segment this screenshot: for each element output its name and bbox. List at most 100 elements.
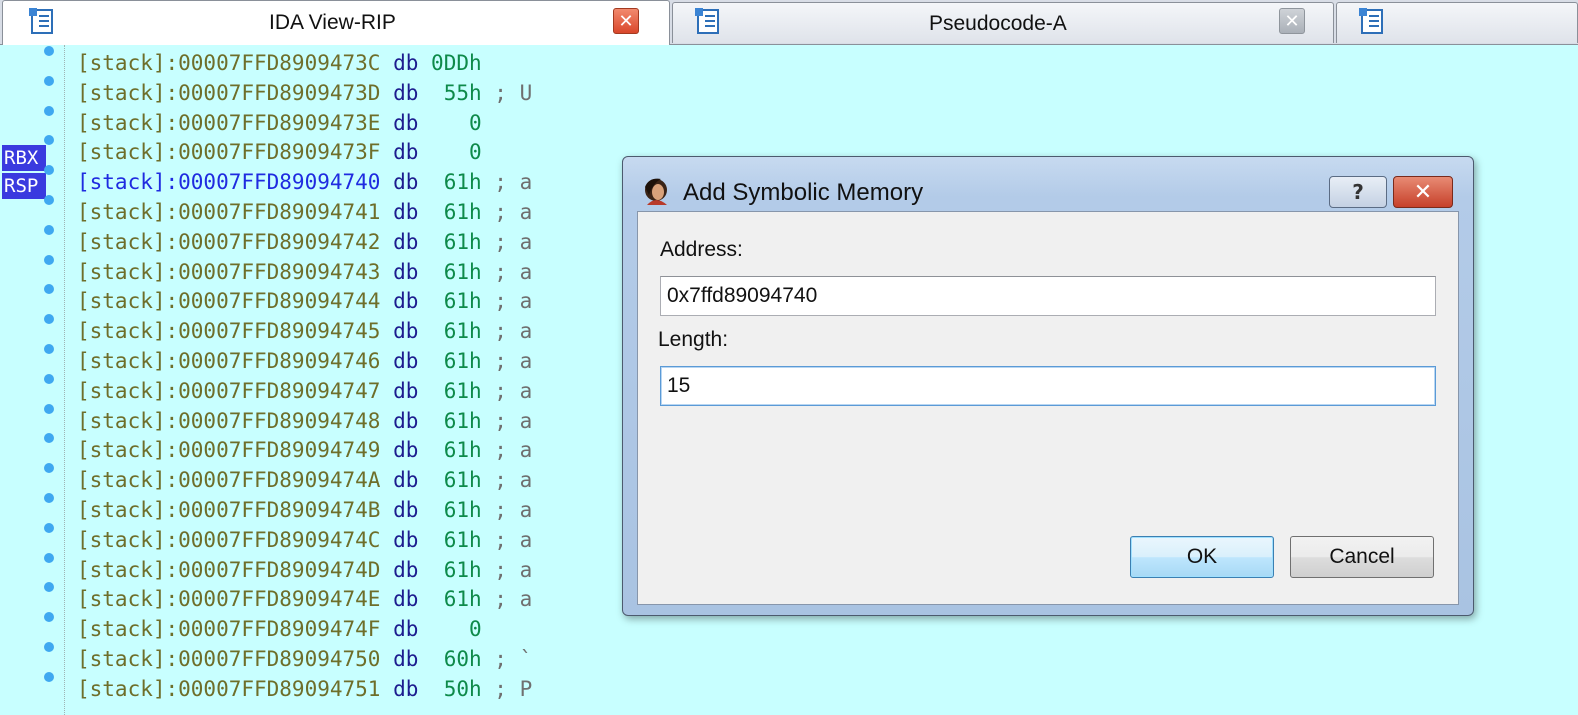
breakpoint-dot-icon[interactable] — [44, 492, 54, 503]
breakpoint-dot-icon[interactable] — [44, 582, 54, 593]
comment-text: ; a — [494, 378, 533, 403]
breakpoint-dot-icon[interactable] — [44, 343, 54, 354]
breakpoint-gutter[interactable]: RBX RSP — [0, 45, 65, 715]
tab-bar: IDA View-RIP ✕ Pseudocode-A ✕ — [0, 0, 1578, 45]
breakpoint-dot-icon[interactable] — [44, 314, 54, 325]
address-text: [stack]:00007FFD8909474B — [77, 497, 381, 522]
breakpoint-dot-icon[interactable] — [44, 224, 54, 235]
comment-text: ; a — [494, 497, 533, 522]
mnemonic-text: db — [393, 527, 419, 552]
breakpoint-dot-icon[interactable] — [44, 284, 54, 295]
register-badge-rbx: RBX — [2, 145, 46, 171]
listing-line[interactable]: [stack]:00007FFD89094742 db 61h ; a — [77, 228, 532, 258]
close-button[interactable]: ✕ — [1393, 176, 1453, 208]
breakpoint-dot-icon[interactable] — [44, 433, 54, 444]
length-input[interactable] — [660, 366, 1436, 406]
breakpoint-dot-icon[interactable] — [44, 522, 54, 533]
breakpoint-dot-icon[interactable] — [44, 135, 54, 146]
comment-text: ; U — [494, 80, 533, 105]
pseudocode-view-icon — [695, 8, 719, 34]
listing-line[interactable]: [stack]:00007FFD89094743 db 61h ; a — [77, 258, 532, 288]
breakpoint-dot-icon[interactable] — [44, 254, 54, 265]
breakpoint-dot-icon[interactable] — [44, 194, 54, 205]
comment-text: ; a — [494, 199, 533, 224]
address-text: [stack]:00007FFD89094743 — [77, 259, 381, 284]
listing-line[interactable]: [stack]:00007FFD8909474A db 61h ; a — [77, 466, 532, 496]
address-text: [stack]:00007FFD8909474D — [77, 557, 381, 582]
mnemonic-text: db — [393, 170, 419, 195]
listing-line[interactable]: [stack]:00007FFD89094751 db 50h ; P — [77, 675, 532, 705]
comment-text: ; a — [494, 319, 533, 344]
breakpoint-dot-icon[interactable] — [44, 105, 54, 116]
mnemonic-text: db — [393, 557, 419, 582]
listing-line[interactable]: [stack]:00007FFD89094741 db 61h ; a — [77, 198, 532, 228]
help-button[interactable]: ? — [1329, 176, 1387, 208]
address-text: [stack]:00007FFD8909473F — [77, 140, 381, 165]
listing-line[interactable]: [stack]:00007FFD8909474F db 0 — [77, 615, 532, 645]
listing-line[interactable]: [stack]:00007FFD89094749 db 61h ; a — [77, 436, 532, 466]
tab-view[interactable] — [1336, 2, 1578, 43]
listing-line[interactable]: [stack]:00007FFD89094745 db 61h ; a — [77, 317, 532, 347]
mnemonic-text: db — [393, 140, 419, 165]
operand-text: 50h — [431, 676, 482, 701]
listing-line[interactable]: [stack]:00007FFD8909474D db 61h ; a — [77, 556, 532, 586]
mnemonic-text: db — [393, 229, 419, 254]
comment-text: ; a — [494, 348, 533, 373]
operand-text: 61h — [431, 468, 482, 493]
length-label: Length: — [658, 328, 729, 351]
listing-line[interactable]: [stack]:00007FFD8909473E db 0 — [77, 109, 532, 139]
breakpoint-dot-icon[interactable] — [44, 463, 54, 474]
comment-text: ; a — [494, 408, 533, 433]
operand-text: 61h — [431, 229, 482, 254]
mnemonic-text: db — [393, 497, 419, 522]
close-tab-icon[interactable]: ✕ — [613, 8, 639, 34]
operand-text: 0 — [431, 617, 482, 642]
breakpoint-dot-icon[interactable] — [44, 165, 54, 176]
comment-text: ; a — [494, 527, 533, 552]
listing-line[interactable]: [stack]:00007FFD8909473C db 0DDh — [77, 49, 532, 79]
address-text: [stack]:00007FFD8909474E — [77, 587, 381, 612]
listing-line[interactable]: [stack]:00007FFD89094740 db 61h ; a — [77, 168, 532, 198]
address-text: [stack]:00007FFD89094744 — [77, 289, 381, 314]
tab-ida-view-rip[interactable]: IDA View-RIP ✕ — [2, 0, 670, 45]
mnemonic-text: db — [393, 676, 419, 701]
breakpoint-dot-icon[interactable] — [44, 403, 54, 414]
listing-line[interactable]: [stack]:00007FFD8909473D db 55h ; U — [77, 79, 532, 109]
disassembly-listing[interactable]: [stack]:00007FFD8909473C db 0DDh [stack]… — [77, 49, 532, 705]
address-text: [stack]:00007FFD89094749 — [77, 438, 381, 463]
mnemonic-text: db — [393, 289, 419, 314]
operand-text: 0DDh — [431, 51, 482, 75]
comment-text: ; a — [494, 170, 533, 195]
listing-line[interactable]: [stack]:00007FFD8909474E db 61h ; a — [77, 585, 532, 615]
breakpoint-dot-icon[interactable] — [44, 671, 54, 682]
listing-line[interactable]: [stack]:00007FFD8909474B db 61h ; a — [77, 496, 532, 526]
breakpoint-dot-icon[interactable] — [44, 373, 54, 384]
address-text: [stack]:00007FFD89094742 — [77, 229, 381, 254]
listing-line[interactable]: [stack]:00007FFD8909473F db 0 — [77, 138, 532, 168]
operand-text: 55h — [431, 80, 482, 105]
listing-line[interactable]: [stack]:00007FFD89094750 db 60h ; ` — [77, 645, 532, 675]
ok-button[interactable]: OK — [1130, 536, 1274, 578]
breakpoint-dot-icon[interactable] — [44, 552, 54, 563]
operand-text: 61h — [431, 378, 482, 403]
breakpoint-dot-icon[interactable] — [44, 45, 54, 56]
close-tab-icon[interactable]: ✕ — [1279, 8, 1305, 34]
operand-text: 61h — [431, 289, 482, 314]
listing-line[interactable]: [stack]:00007FFD89094747 db 61h ; a — [77, 377, 532, 407]
mnemonic-text: db — [393, 80, 419, 105]
listing-line[interactable]: [stack]:00007FFD8909474C db 61h ; a — [77, 526, 532, 556]
tab-pseudocode-a[interactable]: Pseudocode-A ✕ — [672, 2, 1334, 43]
operand-text: 61h — [431, 348, 482, 373]
breakpoint-dot-icon[interactable] — [44, 75, 54, 86]
listing-line[interactable]: [stack]:00007FFD89094748 db 61h ; a — [77, 407, 532, 437]
operand-text: 61h — [431, 259, 482, 284]
address-input[interactable] — [660, 276, 1436, 316]
listing-line[interactable]: [stack]:00007FFD89094744 db 61h ; a — [77, 287, 532, 317]
cancel-button[interactable]: Cancel — [1290, 536, 1434, 578]
breakpoint-dot-icon[interactable] — [44, 641, 54, 652]
app-logo-icon — [645, 178, 667, 205]
address-text: [stack]:00007FFD8909473E — [77, 110, 381, 135]
breakpoint-dot-icon[interactable] — [44, 612, 54, 623]
listing-line[interactable]: [stack]:00007FFD89094746 db 61h ; a — [77, 347, 532, 377]
operand-text: 61h — [431, 438, 482, 463]
